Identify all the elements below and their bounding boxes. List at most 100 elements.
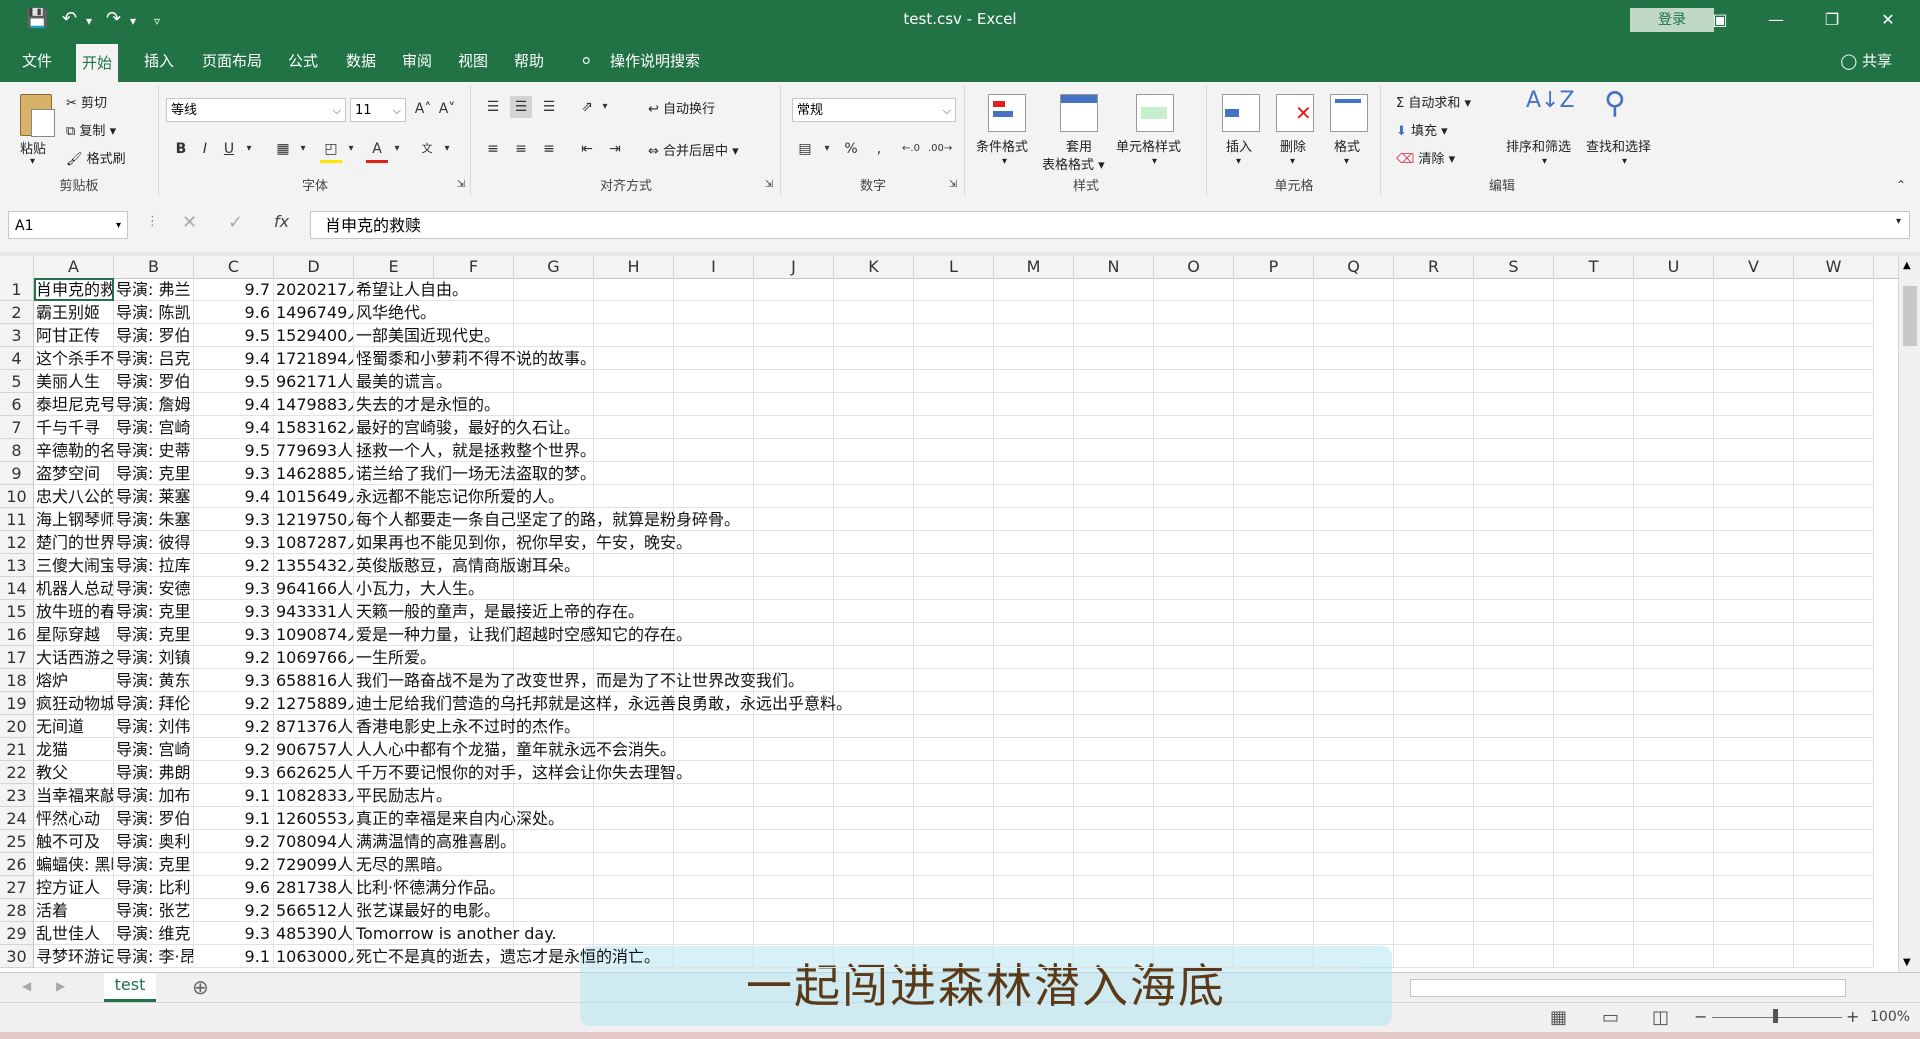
cell-t[interactable]: [1554, 508, 1634, 531]
cell-u[interactable]: [1634, 347, 1714, 370]
cell-r[interactable]: [1394, 485, 1474, 508]
expand-formula-icon[interactable]: ▾: [1896, 216, 1901, 227]
cell-b[interactable]: 导演: 史蒂: [114, 439, 194, 462]
cell-e[interactable]: 永远都不能忘记你所爱的人。: [354, 485, 1354, 508]
row-header[interactable]: 4: [0, 347, 34, 370]
minimize-button[interactable]: —: [1758, 6, 1794, 34]
cell-t[interactable]: [1554, 554, 1634, 577]
cell-t[interactable]: [1554, 669, 1634, 692]
cell-u[interactable]: [1634, 370, 1714, 393]
cell-r[interactable]: [1394, 784, 1474, 807]
cell-r[interactable]: [1394, 945, 1474, 968]
row-header[interactable]: 22: [0, 761, 34, 784]
cell-w[interactable]: [1794, 439, 1874, 462]
cell-u[interactable]: [1634, 278, 1714, 301]
format-as-table-button[interactable]: 表格格式 ▾: [1042, 154, 1105, 173]
cell-w[interactable]: [1794, 462, 1874, 485]
row-header[interactable]: 19: [0, 692, 34, 715]
cell-styles-dropdown-icon[interactable]: ▾: [1152, 156, 1157, 167]
cell-a[interactable]: 三傻大闹宝莱坞: [34, 554, 114, 577]
cell-b[interactable]: 导演: 朱塞: [114, 508, 194, 531]
cell-s[interactable]: [1474, 945, 1554, 968]
cell-s[interactable]: [1474, 370, 1554, 393]
cell-s[interactable]: [1474, 439, 1554, 462]
row-header[interactable]: 7: [0, 416, 34, 439]
cell-v[interactable]: [1714, 462, 1794, 485]
cell-w[interactable]: [1794, 508, 1874, 531]
cell-r[interactable]: [1394, 577, 1474, 600]
cell-c[interactable]: 9.3: [194, 462, 274, 485]
cell-s[interactable]: [1474, 853, 1554, 876]
cell-t[interactable]: [1554, 531, 1634, 554]
cell-d[interactable]: 1355432人评价: [274, 554, 354, 577]
row-header[interactable]: 5: [0, 370, 34, 393]
column-header-w[interactable]: W: [1794, 256, 1874, 278]
cell-d[interactable]: 1275889人评价: [274, 692, 354, 715]
cell-t[interactable]: [1554, 301, 1634, 324]
cell-d[interactable]: 962171人评价: [274, 370, 354, 393]
delete-cells-icon[interactable]: ✕: [1276, 94, 1314, 132]
cell-styles-button[interactable]: 单元格样式: [1116, 136, 1181, 155]
underline-button[interactable]: U: [218, 138, 240, 160]
cell-a[interactable]: 疯狂动物城: [34, 692, 114, 715]
zoom-level[interactable]: 100%: [1870, 1009, 1910, 1025]
cell-w[interactable]: [1794, 738, 1874, 761]
cell-a[interactable]: 蝙蝠侠: 黑暗骑士: [34, 853, 114, 876]
cell-d[interactable]: 566512人评价: [274, 899, 354, 922]
phonetic-icon[interactable]: 文: [416, 138, 438, 160]
cell-d[interactable]: 729099人评价: [274, 853, 354, 876]
cell-c[interactable]: 9.2: [194, 692, 274, 715]
cell-v[interactable]: [1714, 830, 1794, 853]
prev-sheet-icon[interactable]: ◀: [22, 979, 31, 993]
cell-t[interactable]: [1554, 278, 1634, 301]
cell-a[interactable]: 当幸福来敲门: [34, 784, 114, 807]
cell-b[interactable]: 导演: 刘镇: [114, 646, 194, 669]
cell-s[interactable]: [1474, 669, 1554, 692]
percent-icon[interactable]: %: [840, 138, 862, 160]
cell-s[interactable]: [1474, 715, 1554, 738]
cell-r[interactable]: [1394, 715, 1474, 738]
cell-e[interactable]: 张艺谋最好的电影。: [354, 899, 1354, 922]
cell-v[interactable]: [1714, 623, 1794, 646]
row-header[interactable]: 17: [0, 646, 34, 669]
delete-cells-button[interactable]: 删除: [1280, 136, 1306, 155]
paste-dropdown-icon[interactable]: ▾: [30, 156, 35, 167]
cell-d[interactable]: 1260553人评价: [274, 807, 354, 830]
add-sheet-button[interactable]: ⊕: [192, 975, 209, 999]
cell-e[interactable]: 小瓦力，大人生。: [354, 577, 1354, 600]
enter-icon[interactable]: ✓: [228, 212, 243, 233]
cell-e[interactable]: 无尽的黑暗。: [354, 853, 1354, 876]
cell-s[interactable]: [1474, 738, 1554, 761]
cell-v[interactable]: [1714, 324, 1794, 347]
cell-v[interactable]: [1714, 416, 1794, 439]
cell-t[interactable]: [1554, 370, 1634, 393]
cell-t[interactable]: [1554, 577, 1634, 600]
cell-b[interactable]: 导演: 李·昂: [114, 945, 194, 968]
font-size-select[interactable]: 11 ⌵: [350, 98, 406, 122]
cell-d[interactable]: 1219750人评价: [274, 508, 354, 531]
find-select-dropdown-icon[interactable]: ▾: [1622, 156, 1627, 167]
format-as-table-icon[interactable]: [1060, 94, 1098, 132]
cell-v[interactable]: [1714, 508, 1794, 531]
cell-s[interactable]: [1474, 761, 1554, 784]
cell-u[interactable]: [1634, 301, 1714, 324]
cell-v[interactable]: [1714, 692, 1794, 715]
cell-s[interactable]: [1474, 393, 1554, 416]
cell-t[interactable]: [1554, 876, 1634, 899]
fill-color-icon[interactable]: ◰: [320, 138, 342, 163]
scroll-up-icon[interactable]: ▲: [1903, 260, 1911, 271]
cell-b[interactable]: 导演: 克里: [114, 600, 194, 623]
cell-w[interactable]: [1794, 830, 1874, 853]
lightbulb-icon[interactable]: ⚪: [574, 40, 599, 82]
sheet-tab-test[interactable]: test: [104, 973, 156, 1002]
row-header[interactable]: 3: [0, 324, 34, 347]
cell-e[interactable]: 千万不要记恨你的对手，这样会让你失去理智。: [354, 761, 1354, 784]
column-header-n[interactable]: N: [1074, 256, 1154, 278]
tab-insert[interactable]: 插入: [138, 40, 180, 82]
cell-a[interactable]: 触不可及: [34, 830, 114, 853]
cell-t[interactable]: [1554, 439, 1634, 462]
sort-filter-icon[interactable]: A↓Z: [1526, 88, 1575, 113]
select-all-corner[interactable]: [0, 256, 34, 278]
row-header[interactable]: 14: [0, 577, 34, 600]
cell-c[interactable]: 9.5: [194, 439, 274, 462]
